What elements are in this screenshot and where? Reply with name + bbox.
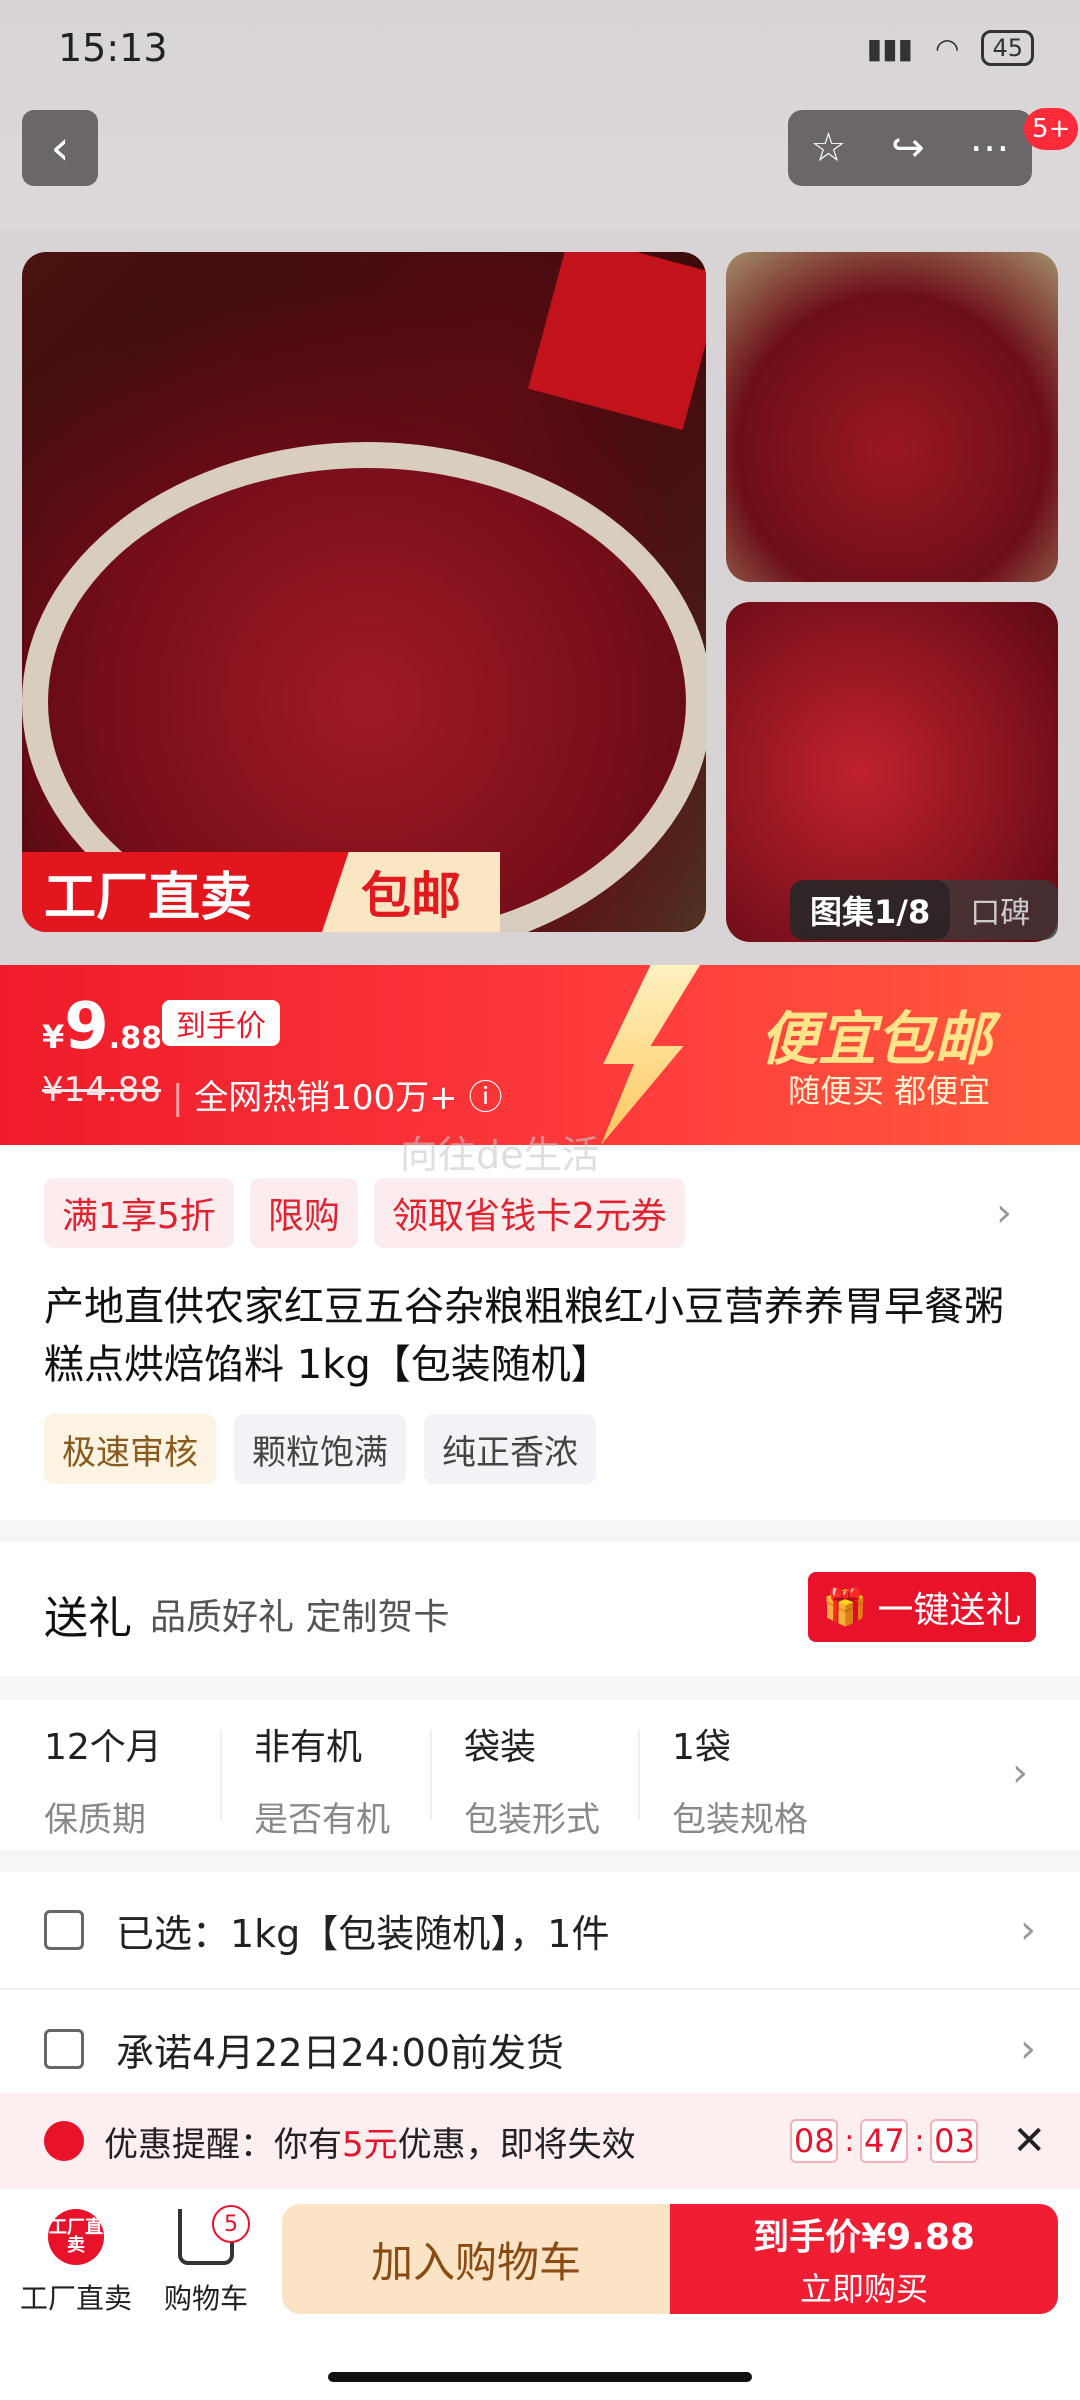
coupon-limit[interactable]: 限购 bbox=[249, 1178, 358, 1248]
price-currency: ¥ bbox=[42, 1018, 65, 1056]
favorite-star-icon[interactable]: ☆ bbox=[810, 125, 846, 171]
original-price: ¥14.88 bbox=[42, 1070, 161, 1110]
spec-key: 包装形式 bbox=[464, 1800, 600, 1840]
add-to-cart-button[interactable]: 加入购物车 bbox=[282, 2204, 670, 2314]
tag-pure-aroma: 纯正香浓 bbox=[424, 1414, 596, 1484]
gift-subtitle: 品质好礼 定制贺卡 bbox=[150, 1597, 450, 1638]
factory-icon: 工厂直卖 bbox=[48, 2209, 104, 2265]
hot-sales: | 全网热销100万+ ⓘ bbox=[172, 1078, 503, 1118]
spec-key: 是否有机 bbox=[254, 1800, 390, 1840]
tag-full-grain: 颗粒饱满 bbox=[234, 1414, 406, 1484]
spec-package-size: 1袋包装规格 bbox=[672, 1718, 808, 1841]
message-badge: 5+ bbox=[1024, 108, 1079, 150]
share-icon[interactable]: ↪ bbox=[891, 125, 925, 171]
spec-shelf-life: 12个月保质期 bbox=[44, 1718, 162, 1841]
cart-label: 购物车 bbox=[163, 2282, 248, 2315]
status-time: 15:13 bbox=[58, 26, 168, 70]
timer-minutes: 47 bbox=[860, 2119, 909, 2163]
spec-key: 保质期 bbox=[44, 1800, 146, 1840]
album-count[interactable]: 图集1/8 bbox=[790, 880, 951, 940]
status-icons: ▮▮▮ ◠ 45 bbox=[867, 30, 1034, 66]
truck-icon bbox=[44, 2029, 84, 2069]
review-tab[interactable]: 口碑 bbox=[950, 888, 1050, 932]
send-gift-label: 一键送礼 bbox=[877, 1590, 1022, 1631]
coupon-discount[interactable]: 满1享5折 bbox=[44, 1178, 234, 1248]
timer-separator: : bbox=[914, 2123, 925, 2159]
spec-value: 袋装 bbox=[464, 1727, 537, 1768]
spec-row[interactable]: 12个月保质期 非有机是否有机 袋装包装形式 1袋包装规格 › bbox=[0, 1700, 1080, 1850]
header-actions: ☆ ↪ ⋯ bbox=[788, 110, 1032, 186]
send-gift-button[interactable]: 🎁 一键送礼 bbox=[808, 1572, 1036, 1642]
countdown-timer: 08: 47: 03 bbox=[790, 2119, 979, 2163]
info-icon[interactable]: ⓘ bbox=[458, 1078, 502, 1118]
tag-fast-review: 极速审核 bbox=[44, 1414, 216, 1484]
price-integer: 9 bbox=[64, 990, 109, 1064]
gallery-pill[interactable]: 图集1/8 口碑 bbox=[790, 880, 1058, 940]
alert-message: 优惠提醒：你有5元优惠，即将失效 bbox=[104, 2117, 790, 2166]
close-icon[interactable]: ✕ bbox=[1012, 2118, 1046, 2164]
coupon-chevron-icon[interactable]: › bbox=[996, 1190, 1012, 1236]
main-product-image[interactable]: 工厂直卖 包邮 bbox=[22, 252, 706, 932]
spec-value: 非有机 bbox=[254, 1727, 363, 1768]
alert-prefix: 优惠提醒：你有 bbox=[104, 2124, 342, 2165]
buy-now-label: 立即购买 bbox=[799, 2270, 928, 2308]
shipping-row[interactable]: 承诺4月22日24:00前发货 › bbox=[0, 1990, 1080, 2108]
gift-title: 送礼 bbox=[44, 1593, 132, 1644]
promo-title: 便宜包邮 bbox=[760, 1005, 993, 1073]
timer-separator: : bbox=[844, 2123, 855, 2159]
buy-price-label: 到手价¥9.88 bbox=[753, 2217, 975, 2258]
coupon-card[interactable]: 领取省钱卡2元券 bbox=[373, 1178, 685, 1248]
spec-organic: 非有机 是否有机 bbox=[254, 1718, 390, 1841]
side-product-image-1[interactable] bbox=[726, 252, 1058, 582]
free-shipping-tag: 包邮 bbox=[322, 852, 500, 932]
chevron-right-icon: › bbox=[1020, 1907, 1036, 1953]
shipping-text: 承诺4月22日24:00前发货 bbox=[116, 2030, 565, 2075]
spec-package-type: 袋装 包装形式 bbox=[464, 1718, 600, 1841]
product-title: 产地直供农家红豆五谷杂粮粗粮红小豆营养养胃早餐粥糕点烘焙馅料 1kg【包装随机】 bbox=[44, 1284, 1004, 1388]
spec-key: 包装规格 bbox=[672, 1800, 808, 1840]
coupon-list: 满1享5折 限购 领取省钱卡2元券 bbox=[44, 1178, 685, 1248]
spec-divider bbox=[220, 1730, 222, 1820]
spec-value: 1袋 bbox=[672, 1727, 731, 1768]
signal-icon: ▮▮▮ bbox=[866, 31, 914, 65]
spec-divider bbox=[430, 1730, 432, 1820]
watermark: 向往de生活 bbox=[400, 1133, 600, 1177]
clock-icon bbox=[44, 2121, 84, 2161]
chevron-left-icon: ‹ bbox=[50, 120, 70, 176]
timer-seconds: 03 bbox=[930, 2119, 979, 2163]
timer-hours: 08 bbox=[790, 2119, 839, 2163]
spec-chevron-icon: › bbox=[1012, 1750, 1028, 1796]
alert-amount: 5元 bbox=[342, 2124, 398, 2165]
price-tag: 到手价 bbox=[162, 1000, 280, 1046]
spec-divider bbox=[638, 1730, 640, 1820]
alert-suffix: 优惠，即将失效 bbox=[397, 2124, 636, 2165]
hot-sales-text: 全网热销100万+ bbox=[194, 1078, 458, 1118]
selected-option-row[interactable]: 已选：1kg【包装随机】，1件 › bbox=[0, 1872, 1080, 1990]
factory-label: 工厂直卖 bbox=[19, 2282, 132, 2315]
cart-count-badge: 5 bbox=[212, 2205, 250, 2243]
buy-now-button[interactable]: 到手价¥9.88 立即购买 bbox=[670, 2204, 1058, 2314]
cart-nav[interactable]: 购物车 bbox=[136, 2209, 276, 2317]
more-icon[interactable]: ⋯ bbox=[970, 125, 1010, 171]
wifi-icon: ◠ bbox=[935, 31, 960, 65]
gift-icon: 🎁 bbox=[822, 1587, 868, 1628]
price-decimal: .88 bbox=[108, 1021, 162, 1056]
promo-subtitle: 随便买 都便宜 bbox=[788, 1072, 991, 1110]
product-tags: 极速审核 颗粒饱满 纯正香浓 bbox=[44, 1414, 596, 1484]
back-button[interactable]: ‹ bbox=[22, 110, 98, 186]
battery-icon: 45 bbox=[981, 30, 1034, 66]
checklist-icon bbox=[44, 1910, 84, 1950]
chevron-right-icon: › bbox=[1020, 2026, 1036, 2072]
spec-value: 12个月 bbox=[44, 1727, 162, 1768]
final-price: ¥9.88 bbox=[42, 990, 162, 1064]
factory-direct-nav[interactable]: 工厂直卖 工厂直卖 bbox=[6, 2209, 146, 2317]
fu-decoration bbox=[528, 252, 706, 430]
discount-alert-bar: 优惠提醒：你有5元优惠，即将失效 08: 47: 03 ✕ bbox=[0, 2093, 1080, 2189]
selected-option-text: 已选：1kg【包装随机】，1件 bbox=[116, 1911, 610, 1956]
home-indicator[interactable] bbox=[328, 2372, 752, 2382]
